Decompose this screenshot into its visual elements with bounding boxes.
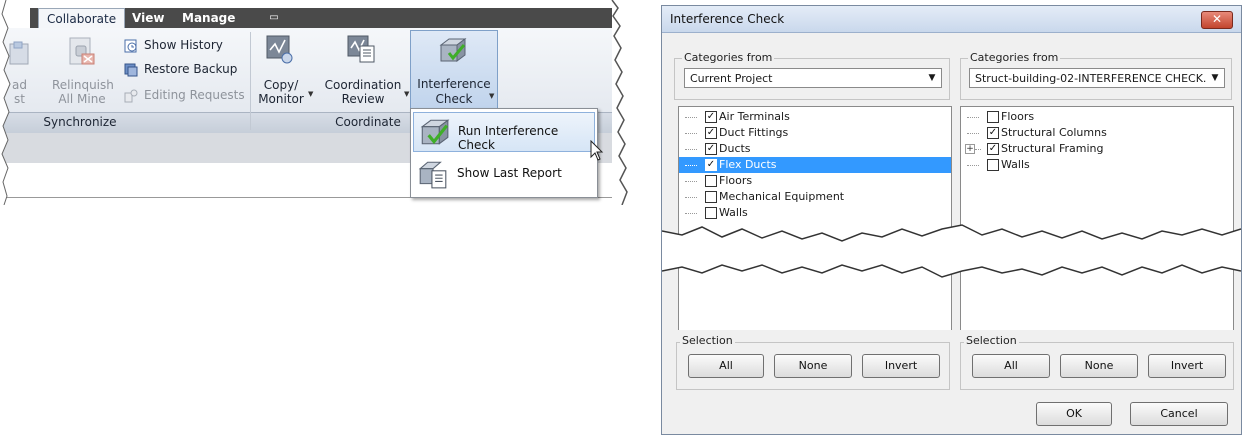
checkbox[interactable]: ✓ <box>705 159 717 171</box>
left-tree-item-selected[interactable]: ✓ Flex Ducts <box>679 157 951 173</box>
chevron-down-icon: ▼ <box>923 69 941 87</box>
panel-label-synchronize: Synchronize <box>43 115 117 129</box>
dialog-title-bar: Interference Check ✕ <box>662 6 1241 33</box>
right-tree-item-label: Floors <box>1001 110 1035 123</box>
checkbox[interactable] <box>705 175 717 187</box>
copy-monitor-icon <box>266 35 293 64</box>
coordination-review-icon <box>347 35 375 63</box>
checkbox[interactable]: ✓ <box>987 127 999 139</box>
run-interference-check-label: Run Interference Check <box>458 124 559 152</box>
show-history-button[interactable]: Show History <box>124 35 223 55</box>
right-tree-item[interactable]: Walls <box>961 157 1233 173</box>
restore-backup-icon <box>124 63 138 76</box>
coordination-review-dropdown-icon[interactable]: ▼ <box>404 87 409 102</box>
left-tree-item-label: Air Terminals <box>719 110 790 123</box>
history-icon <box>124 39 137 52</box>
right-tree-item[interactable]: Floors <box>961 109 1233 125</box>
right-tree-item-label: Walls <box>1001 158 1030 171</box>
left-tree-item-label: Mechanical Equipment <box>719 190 845 203</box>
panel-toggle-icon[interactable]: ▭ <box>265 8 283 28</box>
right-tree-item-label: Structural Columns <box>1001 126 1107 139</box>
copy-monitor-label-2[interactable]: Monitor <box>256 92 306 107</box>
left-tree-item[interactable]: Mechanical Equipment <box>679 189 951 205</box>
right-categories-dropdown[interactable]: Struct-building-02-INTERFERENCE CHECK.rv… <box>969 68 1225 88</box>
relinquish-icon <box>69 37 95 65</box>
copy-monitor-label-1[interactable]: Copy/ <box>258 78 304 93</box>
checkbox[interactable]: ✓ <box>705 111 717 123</box>
ribbon-tab-bar: Collaborate View Manage ▭ <box>30 8 612 29</box>
copy-monitor-dropdown-icon[interactable]: ▼ <box>308 87 313 102</box>
checkbox[interactable]: ✓ <box>705 143 717 155</box>
ok-button[interactable]: OK <box>1036 402 1112 426</box>
checkbox[interactable] <box>987 159 999 171</box>
tab-collaborate[interactable]: Collaborate <box>38 8 126 29</box>
show-last-report-menu-item[interactable]: Show Last Report <box>413 155 593 193</box>
left-categories-title: Categories from <box>682 51 775 64</box>
interference-check-button[interactable]: Interference Check ▼ <box>410 30 498 112</box>
coordination-review-label-2[interactable]: Review <box>330 92 396 107</box>
panel-label-coordinate: Coordinate <box>335 115 401 129</box>
reload-latest-partial-label-2[interactable]: st <box>14 92 34 107</box>
close-button[interactable]: ✕ <box>1201 11 1233 29</box>
right-categories-value: Struct-building-02-INTERFERENCE CHECK.rv <box>975 72 1218 85</box>
interference-check-menu: Run Interference Check Show Last Report <box>410 108 598 198</box>
interference-check-dialog: Interference Check ✕ Categories from Cur… <box>661 5 1242 435</box>
torn-gap <box>662 224 1241 278</box>
interference-check-label-2: Check <box>435 92 473 106</box>
left-select-all-button[interactable]: All <box>688 354 764 378</box>
show-last-report-label: Show Last Report <box>457 166 562 180</box>
relinquish-label-1[interactable]: Relinquish <box>52 78 114 93</box>
interference-check-label-1: Interference <box>417 77 491 91</box>
right-select-all-button[interactable]: All <box>972 354 1050 378</box>
left-selection-title: Selection <box>680 334 735 347</box>
left-categories-dropdown[interactable]: Current Project ▼ <box>684 68 942 88</box>
editing-requests-button[interactable]: Editing Requests <box>124 85 245 105</box>
restore-backup-label: Restore Backup <box>144 62 238 76</box>
right-invert-button[interactable]: Invert <box>1148 354 1226 378</box>
left-categories-value: Current Project <box>690 72 773 85</box>
tab-manage[interactable]: Manage <box>182 8 235 28</box>
expand-icon[interactable]: + <box>965 144 975 154</box>
show-history-label: Show History <box>144 38 223 52</box>
checkbox[interactable]: ✓ <box>705 127 717 139</box>
checkbox[interactable] <box>987 111 999 123</box>
right-tree-item-label: Structural Framing <box>1001 142 1104 155</box>
panel-separator <box>250 32 251 130</box>
left-tree-item[interactable]: ✓ Ducts <box>679 141 951 157</box>
reload-latest-partial-label[interactable]: ad <box>12 78 32 93</box>
show-last-report-icon <box>418 161 447 189</box>
interference-check-icon <box>439 38 467 62</box>
left-tree-item[interactable]: ✓ Duct Fittings <box>679 125 951 141</box>
restore-backup-button[interactable]: Restore Backup <box>124 59 237 79</box>
left-tree-item-label: Duct Fittings <box>719 126 789 139</box>
relinquish-label-2[interactable]: All Mine <box>52 92 112 107</box>
run-interference-check-menu-item[interactable]: Run Interference Check <box>413 112 595 152</box>
interference-check-dropdown-icon: ▼ <box>489 92 495 100</box>
dialog-title: Interference Check <box>670 12 785 26</box>
right-select-none-button[interactable]: None <box>1060 354 1138 378</box>
checkbox[interactable] <box>705 191 717 203</box>
left-tree-item-label: Floors <box>719 174 753 187</box>
right-selection-title: Selection <box>964 334 1019 347</box>
coordination-review-label-1[interactable]: Coordination <box>322 78 404 93</box>
run-interference-check-icon <box>420 119 450 145</box>
right-tree-item[interactable]: + ✓ Structural Framing <box>961 141 1233 157</box>
tab-view[interactable]: View <box>132 8 164 28</box>
checkbox[interactable]: ✓ <box>987 143 999 155</box>
cancel-button[interactable]: Cancel <box>1130 402 1228 426</box>
ribbon-screenshot: Collaborate View Manage ▭ ad st Relinqui… <box>0 0 632 205</box>
left-tree-item[interactable]: ✓ Air Terminals <box>679 109 951 125</box>
left-select-none-button[interactable]: None <box>774 354 852 378</box>
left-invert-button[interactable]: Invert <box>862 354 940 378</box>
editing-requests-label: Editing Requests <box>144 88 245 102</box>
chevron-down-icon: ▼ <box>1206 69 1224 87</box>
left-tree-item-label: Flex Ducts <box>719 158 777 171</box>
torn-edge-right <box>611 0 632 205</box>
editing-requests-icon <box>124 89 138 102</box>
left-tree-item[interactable]: Floors <box>679 173 951 189</box>
torn-edge-left <box>0 0 11 205</box>
right-tree-item[interactable]: ✓ Structural Columns <box>961 125 1233 141</box>
left-tree-item-label: Ducts <box>719 142 751 155</box>
right-categories-title: Categories from <box>968 51 1061 64</box>
